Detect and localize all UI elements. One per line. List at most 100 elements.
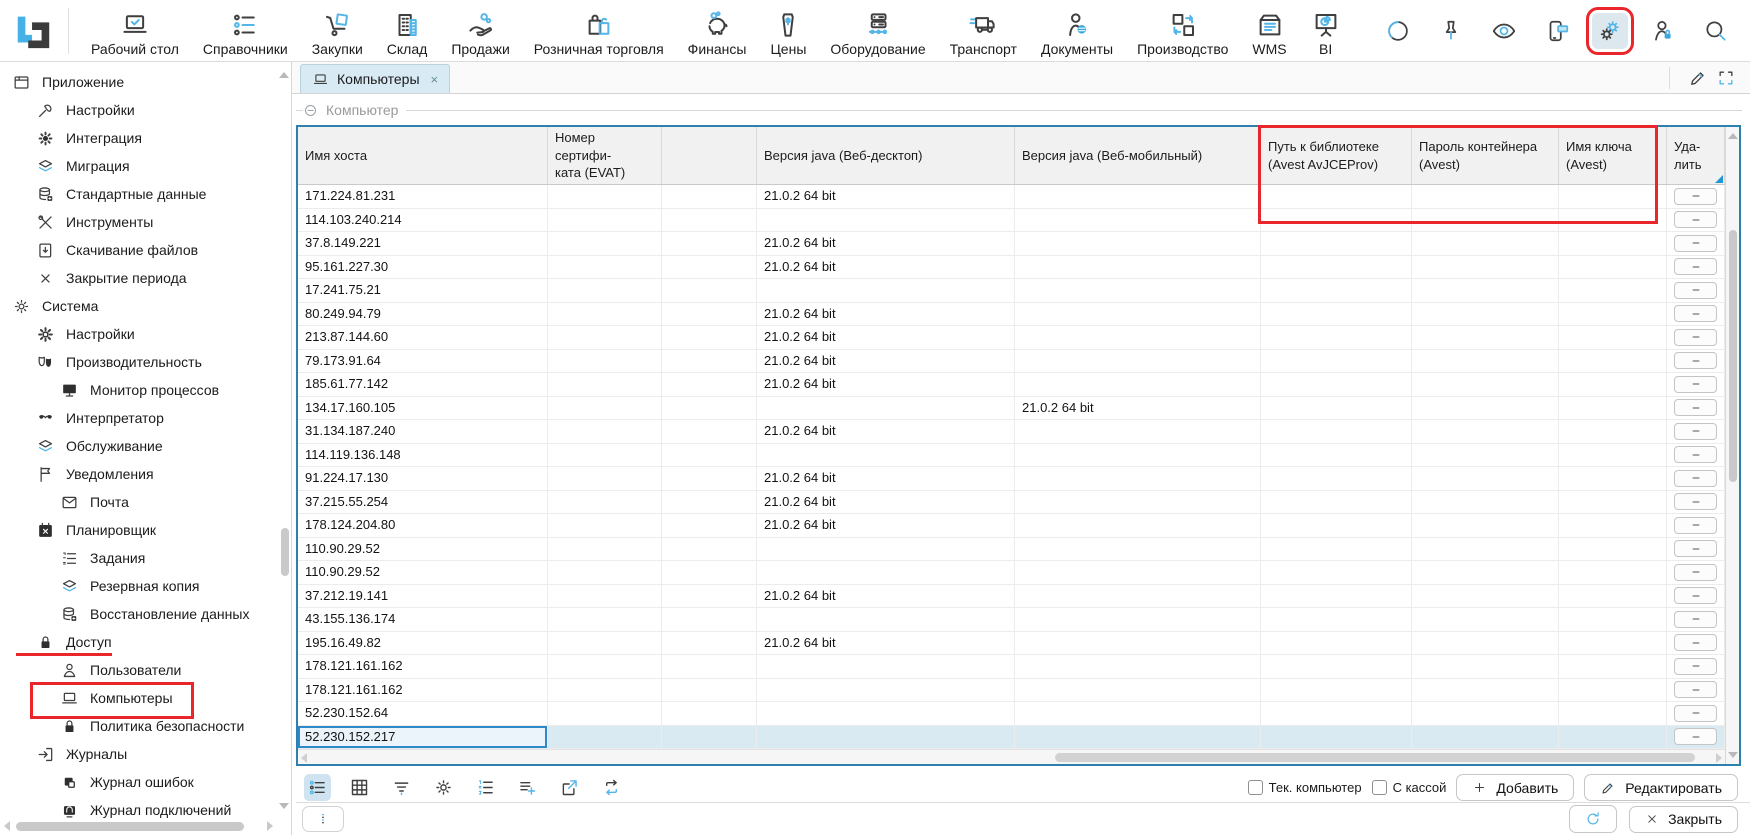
cell-host[interactable]: 37.8.149.221 — [298, 232, 548, 256]
cell-host[interactable]: 134.17.160.105 — [298, 397, 548, 421]
cell-avest-library-path[interactable] — [1261, 303, 1412, 327]
cell-avest-container-password[interactable] — [1412, 726, 1559, 750]
cell-evat-certificate[interactable] — [548, 373, 662, 397]
cell-host[interactable]: 195.16.49.82 — [298, 632, 548, 656]
cell-java-mobile[interactable] — [1015, 373, 1261, 397]
cell-avest-key-name[interactable] — [1559, 491, 1667, 515]
cell-avest-key-name[interactable] — [1559, 726, 1667, 750]
delete-row-button[interactable] — [1674, 587, 1717, 604]
delete-row-button[interactable] — [1674, 493, 1717, 510]
cell-java-desktop[interactable] — [757, 209, 1015, 233]
cell-avest-key-name[interactable] — [1559, 279, 1667, 303]
column-header[interactable]: Пароль контейнера (Avest) — [1412, 127, 1559, 184]
current-computer-checkbox[interactable]: Тек. компьютер — [1248, 780, 1362, 795]
sidebar-item-migration[interactable]: Миграция — [0, 152, 291, 180]
table-row[interactable]: 17.241.75.21 — [298, 279, 1725, 303]
cell-extra[interactable] — [662, 679, 757, 703]
sidebar-horizontal-scrollbar[interactable] — [4, 821, 273, 831]
cell-avest-key-name[interactable] — [1559, 585, 1667, 609]
cell-evat-certificate[interactable] — [548, 491, 662, 515]
cell-host[interactable]: 185.61.77.142 — [298, 373, 548, 397]
sidebar-item-interpreter[interactable]: Интерпретатор — [0, 404, 291, 432]
sidebar-item-security-policy[interactable]: Политика безопасности — [0, 712, 291, 740]
cell-java-mobile[interactable] — [1015, 679, 1261, 703]
cell-avest-key-name[interactable] — [1559, 232, 1667, 256]
module-wms[interactable]: WMS — [1240, 10, 1298, 57]
module-desktop[interactable]: Рабочий стол — [79, 10, 191, 57]
cell-host[interactable]: 213.87.144.60 — [298, 326, 548, 350]
cell-extra[interactable] — [662, 514, 757, 538]
cell-avest-container-password[interactable] — [1412, 397, 1559, 421]
checkbox-box[interactable] — [1372, 780, 1387, 795]
sidebar-item-users[interactable]: Пользователи — [0, 656, 291, 684]
add-button[interactable]: Добавить — [1456, 774, 1574, 801]
cell-host[interactable]: 43.155.136.174 — [298, 608, 548, 632]
delete-row-button[interactable] — [1674, 305, 1717, 322]
cell-avest-key-name[interactable] — [1559, 350, 1667, 374]
table-row[interactable]: 110.90.29.52 — [298, 538, 1725, 562]
cell-java-mobile[interactable] — [1015, 326, 1261, 350]
checkbox-box[interactable] — [1248, 780, 1263, 795]
cell-avest-key-name[interactable] — [1559, 561, 1667, 585]
cell-avest-key-name[interactable] — [1559, 185, 1667, 209]
table-row[interactable]: 134.17.160.10521.0.2 64 bit — [298, 397, 1725, 421]
cell-host[interactable]: 178.121.161.162 — [298, 679, 548, 703]
sidebar-item-maintenance[interactable]: Обслуживание — [0, 432, 291, 460]
cell-avest-container-password[interactable] — [1412, 279, 1559, 303]
cell-extra[interactable] — [662, 726, 757, 750]
delete-row-button[interactable] — [1674, 611, 1717, 628]
cell-avest-library-path[interactable] — [1261, 373, 1412, 397]
cell-java-mobile[interactable] — [1015, 303, 1261, 327]
sidebar-item-error-log[interactable]: Журнал ошибок — [0, 768, 291, 796]
delete-row-button[interactable] — [1674, 282, 1717, 299]
cell-host[interactable]: 114.119.136.148 — [298, 444, 548, 468]
cell-host[interactable]: 95.161.227.30 — [298, 256, 548, 280]
cell-evat-certificate[interactable] — [548, 256, 662, 280]
cell-extra[interactable] — [662, 350, 757, 374]
cell-avest-library-path[interactable] — [1261, 279, 1412, 303]
delete-row-button[interactable] — [1674, 470, 1717, 487]
sidebar-item-data-restore[interactable]: Восстановление данных — [0, 600, 291, 628]
sidebar-item-period-close[interactable]: Закрытие периода — [0, 264, 291, 292]
delete-row-button[interactable] — [1674, 329, 1717, 346]
table-row[interactable]: 91.224.17.13021.0.2 64 bit — [298, 467, 1725, 491]
cell-extra[interactable] — [662, 491, 757, 515]
sidebar-item-app[interactable]: Приложение — [0, 68, 291, 96]
cell-java-desktop[interactable]: 21.0.2 64 bit — [757, 585, 1015, 609]
cell-avest-library-path[interactable] — [1261, 561, 1412, 585]
delete-row-button[interactable] — [1674, 423, 1717, 440]
cell-avest-library-path[interactable] — [1261, 232, 1412, 256]
sidebar-item-mail[interactable]: Почта — [0, 488, 291, 516]
cell-avest-key-name[interactable] — [1559, 209, 1667, 233]
cell-evat-certificate[interactable] — [548, 538, 662, 562]
numbered-list-button[interactable] — [472, 774, 499, 801]
sidebar-item-scheduler[interactable]: Планировщик — [0, 516, 291, 544]
filter-button[interactable] — [388, 774, 415, 801]
cell-java-mobile[interactable] — [1015, 538, 1261, 562]
cell-evat-certificate[interactable] — [548, 397, 662, 421]
cell-java-desktop[interactable]: 21.0.2 64 bit — [757, 420, 1015, 444]
cell-host[interactable]: 114.103.240.214 — [298, 209, 548, 233]
sidebar-item-connection-log[interactable]: Журнал подключений — [0, 796, 291, 824]
cell-java-mobile[interactable] — [1015, 209, 1261, 233]
cell-avest-key-name[interactable] — [1559, 467, 1667, 491]
cell-java-mobile[interactable] — [1015, 561, 1261, 585]
cell-avest-library-path[interactable] — [1261, 397, 1412, 421]
vscroll-down-icon[interactable] — [1728, 752, 1738, 758]
delete-row-button[interactable] — [1674, 446, 1717, 463]
cell-extra[interactable] — [662, 256, 757, 280]
cell-avest-key-name[interactable] — [1559, 702, 1667, 726]
delete-row-button[interactable] — [1674, 235, 1717, 252]
cell-java-mobile[interactable] — [1015, 185, 1261, 209]
column-header[interactable]: Имя хоста — [298, 127, 548, 184]
settings-button[interactable] — [430, 774, 457, 801]
cell-avest-container-password[interactable] — [1412, 373, 1559, 397]
cell-java-desktop[interactable] — [757, 444, 1015, 468]
cell-avest-library-path[interactable] — [1261, 256, 1412, 280]
cell-avest-library-path[interactable] — [1261, 632, 1412, 656]
tab-close-icon[interactable]: × — [431, 72, 439, 87]
cell-avest-library-path[interactable] — [1261, 679, 1412, 703]
cell-avest-container-password[interactable] — [1412, 491, 1559, 515]
cell-avest-library-path[interactable] — [1261, 209, 1412, 233]
table-row[interactable]: 178.121.161.162 — [298, 679, 1725, 703]
